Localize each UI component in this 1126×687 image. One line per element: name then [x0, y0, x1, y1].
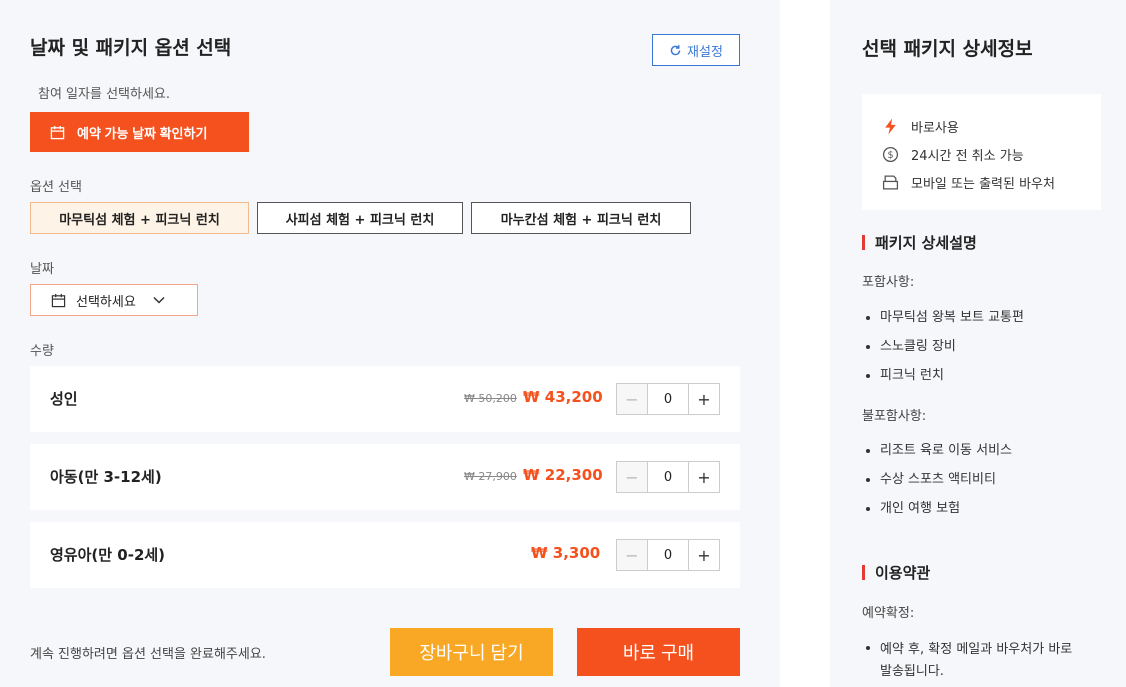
option-label-text: 마누칸섬 체험 + 피크닉 런치 [500, 212, 662, 228]
included-label: 포함사항: [862, 275, 915, 290]
confirm-label: 예약확정: [862, 606, 915, 621]
calendar-icon [51, 293, 66, 307]
package-description-heading: 패키지 상세설명 [862, 232, 977, 253]
date-select[interactable]: 선택하세요 [30, 284, 198, 316]
ticket-name: 성인 [50, 390, 78, 408]
svg-text:$: $ [887, 150, 893, 161]
reset-button[interactable]: 재설정 [652, 34, 740, 66]
option-label-text: 마무틱섬 체험 + 피크닉 런치 [59, 212, 220, 228]
date-select-value: 선택하세요 [76, 294, 136, 310]
option-manukan[interactable]: 마누칸섬 체험 + 피크닉 런치 [471, 202, 691, 234]
qty-row-child: 아동(만 3-12세) ₩ 27,900 ₩ 22,300 − 0 + [30, 444, 740, 510]
decrement-button[interactable]: − [616, 461, 648, 493]
option-mamutik[interactable]: 마무틱섬 체험 + 피크닉 런치 [30, 202, 249, 234]
list-item: 개인 여행 보험 [866, 500, 1012, 529]
ticket-name: 영유아(만 0-2세) [50, 546, 166, 564]
page-title: 날짜 및 패키지 옵션 선택 [30, 37, 232, 59]
list-item-text: 개인 여행 보험 [880, 501, 961, 516]
reset-label: 재설정 [687, 43, 723, 59]
feature-item: $ 24시간 전 취소 가능 [882, 140, 1101, 168]
quantity-stepper: − 0 + [616, 539, 720, 571]
lightning-icon [885, 118, 896, 134]
qty-row-infant: 영유아(만 0-2세) ₩ 3,300 − 0 + [30, 522, 740, 588]
sale-price: ₩ 3,300 [531, 544, 601, 562]
heading-bar [862, 565, 865, 580]
list-item: 스노클링 장비 [866, 338, 1024, 367]
heading-text: 이용약관 [875, 564, 931, 582]
increment-button[interactable]: + [688, 383, 720, 415]
increment-button[interactable]: + [688, 461, 720, 493]
quantity-stepper: − 0 + [616, 383, 720, 415]
sale-price: ₩ 22,300 [523, 466, 603, 484]
option-label: 옵션 선택 [30, 180, 82, 195]
detail-title: 선택 패키지 상세정보 [862, 38, 1033, 60]
list-item-text: 예약 후, 확정 메일과 바우처가 바로 발송됩니다. [880, 642, 1073, 679]
list-item-text: 스노클링 장비 [880, 339, 956, 354]
original-price: ₩ 27,900 [464, 470, 517, 483]
quantity-value[interactable]: 0 [648, 461, 688, 493]
check-available-dates-button[interactable]: 예약 가능 날짜 확인하기 [30, 112, 249, 152]
check-dates-label: 예약 가능 날짜 확인하기 [77, 125, 208, 141]
add-to-cart-button[interactable]: 장바구니 담기 [390, 628, 553, 676]
quantity-stepper: − 0 + [616, 461, 720, 493]
list-item: 수상 스포츠 액티비티 [866, 471, 1012, 500]
sale-price: ₩ 43,200 [523, 388, 603, 406]
feature-text: 24시간 전 취소 가능 [911, 148, 1024, 164]
excluded-list: 리조트 육로 이동 서비스 수상 스포츠 액티비티 개인 여행 보험 [866, 442, 1012, 529]
decrement-button[interactable]: − [616, 539, 648, 571]
buy-now-button[interactable]: 바로 구매 [577, 628, 740, 676]
quantity-value[interactable]: 0 [648, 539, 688, 571]
footer-message: 계속 진행하려면 옵션 선택을 완료해주세요. [30, 647, 266, 662]
date-label: 날짜 [30, 262, 54, 277]
heading-bar [862, 235, 865, 250]
refresh-icon [670, 44, 681, 55]
feature-item: 모바일 또는 출력된 바우처 [882, 168, 1101, 196]
list-item-text: 리조트 육로 이동 서비스 [880, 443, 1012, 458]
increment-button[interactable]: + [688, 539, 720, 571]
terms-heading: 이용약관 [862, 562, 930, 583]
original-price: ₩ 50,200 [464, 392, 517, 405]
feature-text: 모바일 또는 출력된 바우처 [911, 176, 1055, 192]
option-sapi[interactable]: 사피섬 체험 + 피크닉 런치 [257, 202, 463, 234]
voucher-icon [882, 174, 899, 190]
refund-icon: $ [882, 146, 899, 162]
list-item: 마무틱섬 왕복 보트 교통편 [866, 309, 1024, 338]
quantity-value[interactable]: 0 [648, 383, 688, 415]
list-item: 예약 후, 확정 메일과 바우처가 바로 발송됩니다. [866, 639, 1086, 679]
confirm-list: 예약 후, 확정 메일과 바우처가 바로 발송됩니다. [866, 639, 1086, 679]
chevron-down-icon [153, 296, 165, 304]
qty-row-adult: 성인 ₩ 50,200 ₩ 43,200 − 0 + [30, 366, 740, 432]
excluded-label: 불포함사항: [862, 409, 927, 424]
list-item-text: 마무틱섬 왕복 보트 교통편 [880, 310, 1024, 325]
decrement-button[interactable]: − [616, 383, 648, 415]
feature-text: 바로사용 [911, 120, 959, 136]
feature-box: 바로사용 $ 24시간 전 취소 가능 모바일 또는 출력된 바우처 [862, 94, 1101, 210]
option-label-text: 사피섬 체험 + 피크닉 런치 [285, 212, 435, 228]
ticket-name: 아동(만 3-12세) [50, 468, 162, 486]
list-item-text: 피크닉 런치 [880, 368, 944, 383]
list-item-text: 수상 스포츠 액티비티 [880, 472, 996, 487]
list-item: 리조트 육로 이동 서비스 [866, 442, 1012, 471]
feature-item: 바로사용 [882, 112, 1101, 140]
date-hint: 참여 일자를 선택하세요. [38, 87, 170, 102]
included-list: 마무틱섬 왕복 보트 교통편 스노클링 장비 피크닉 런치 [866, 309, 1024, 396]
heading-text: 패키지 상세설명 [875, 234, 977, 252]
quantity-label: 수량 [30, 344, 54, 359]
calendar-icon [50, 125, 65, 139]
list-item: 피크닉 런치 [866, 367, 1024, 396]
